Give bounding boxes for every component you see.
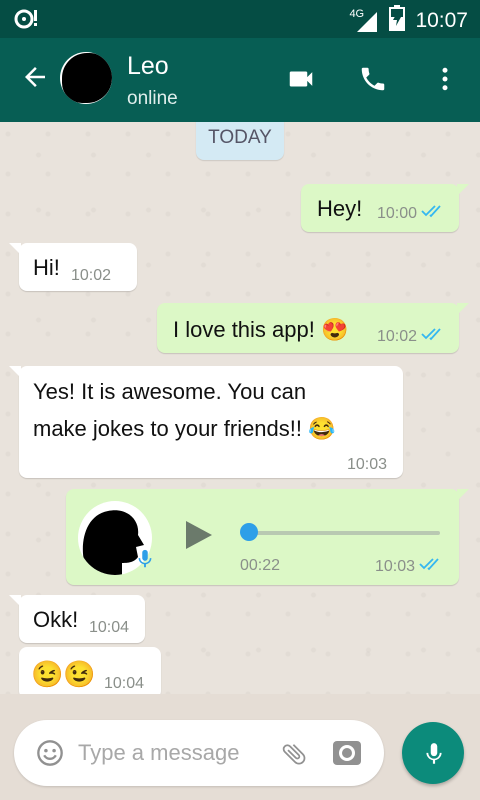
double-check-icon <box>421 327 445 346</box>
message-outgoing[interactable]: I love this app! 😍 10:02 <box>157 303 469 353</box>
back-arrow-icon[interactable] <box>20 62 50 97</box>
message-time: 10:03 <box>347 456 388 473</box>
signal-icon: 4G <box>349 8 379 34</box>
message-text-line2: make jokes to your friends!! 😂 <box>33 416 336 441</box>
message-text: 😉😉 <box>31 659 96 689</box>
message-meta: 10:03 <box>375 557 443 576</box>
attach-icon[interactable] <box>280 740 308 773</box>
message-composer <box>14 720 384 786</box>
message-text: I love this app! 😍 <box>173 317 349 342</box>
chat-area[interactable]: TODAY Hey! 10:00 Hi! 10:02 I love this a… <box>0 122 480 694</box>
status-time: 10:07 <box>415 8 468 32</box>
message-meta: 10:04 <box>89 619 129 637</box>
message-time: 10:02 <box>71 267 112 284</box>
message-meta: 10:00 <box>377 204 445 223</box>
message-time: 10:03 <box>375 557 416 575</box>
mic-icon <box>134 544 156 580</box>
voice-progress-knob[interactable] <box>240 523 258 541</box>
message-text-line1: Yes! It is awesome. You can <box>33 379 307 404</box>
message-text: Okk! <box>33 607 79 632</box>
status-bar: 4G 10:07 <box>0 0 480 38</box>
message-meta: 10:02 <box>71 267 111 285</box>
more-vert-icon[interactable] <box>430 64 460 99</box>
message-text: Hey! <box>317 196 363 221</box>
message-incoming[interactable]: Okk! 10:04 <box>9 595 145 643</box>
voice-message[interactable]: 00:22 10:03 <box>66 489 469 585</box>
mic-button[interactable] <box>402 722 464 784</box>
date-chip: TODAY <box>196 122 284 160</box>
contact-status: online <box>127 88 178 109</box>
message-incoming[interactable]: 😉😉 10:04 <box>19 647 161 694</box>
message-time: 10:02 <box>377 327 418 345</box>
message-incoming[interactable]: Yes! It is awesome. You can make jokes t… <box>9 366 403 478</box>
message-meta: 10:03 <box>347 456 387 474</box>
message-time: 10:04 <box>104 675 145 692</box>
message-meta: 10:02 <box>377 327 445 346</box>
camera-icon[interactable] <box>332 739 362 772</box>
voice-duration: 00:22 <box>240 557 281 574</box>
double-check-icon <box>419 557 443 576</box>
contact-name[interactable]: Leo <box>127 52 169 81</box>
video-call-icon[interactable] <box>286 64 316 99</box>
play-icon[interactable] <box>184 519 214 557</box>
message-input[interactable] <box>78 734 268 772</box>
double-check-icon <box>421 204 445 223</box>
sync-icon <box>14 7 40 34</box>
message-time: 10:04 <box>89 619 130 636</box>
message-outgoing[interactable]: Hey! 10:00 <box>301 184 469 232</box>
message-text: Hi! <box>33 255 60 280</box>
message-time: 10:00 <box>377 204 418 222</box>
network-type: 4G <box>349 7 365 20</box>
contact-avatar[interactable] <box>60 52 112 104</box>
battery-icon <box>389 5 406 36</box>
message-meta: 10:04 <box>104 675 144 693</box>
phone-icon[interactable] <box>358 64 388 99</box>
chat-header: Leo online <box>0 38 480 122</box>
emoji-icon[interactable] <box>36 739 64 772</box>
voice-progress-track[interactable] <box>242 531 440 535</box>
message-incoming[interactable]: Hi! 10:02 <box>9 243 137 291</box>
